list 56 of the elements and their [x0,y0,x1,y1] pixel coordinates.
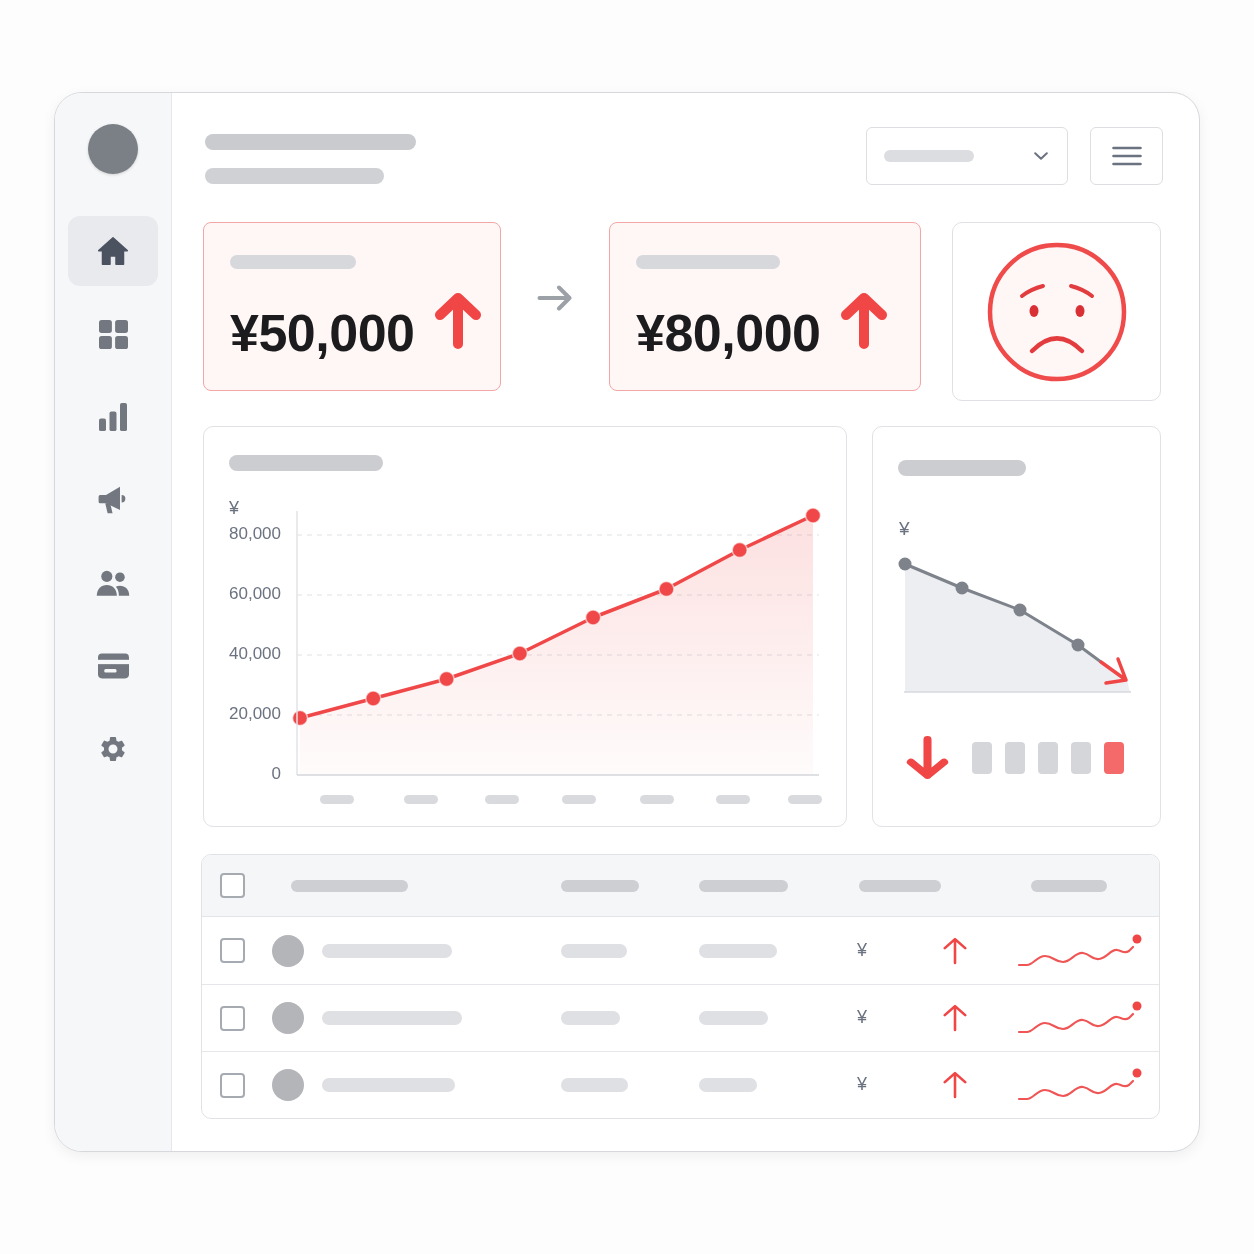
menu-button[interactable] [1090,127,1163,185]
end-marker-icon [1132,1068,1142,1078]
axis-label-placeholder [562,795,596,804]
menu-icon [1111,146,1142,166]
sad-face-icon [986,241,1127,382]
cell-placeholder [561,1011,620,1025]
bar-chart-icon [99,403,127,431]
y-axis-label: 0 [271,764,281,784]
y-axis-title: ¥ [229,498,239,518]
y-axis-label: 80,000 [229,524,281,544]
cell-placeholder [561,1078,628,1092]
grid-icon [98,319,128,349]
checkbox[interactable] [220,1072,245,1098]
end-marker-icon [1132,934,1142,943]
kpi-value: ¥50,000 [230,307,415,359]
axis-label-placeholder [716,795,750,804]
end-marker-icon [1132,1001,1142,1011]
settings-icon [98,734,128,764]
currency-symbol: ¥ [857,1007,867,1027]
axis-label-placeholder [640,795,674,804]
home-nav-button[interactable] [68,216,158,286]
avatar [272,1002,304,1034]
y-axis-label: 40,000 [229,644,281,664]
cell-placeholder [699,1011,768,1025]
home-icon [98,237,128,265]
chevron-down-icon [1034,152,1048,160]
kpi-value: ¥80,000 [636,307,821,359]
data-point [804,507,822,524]
y-axis-label: 20,000 [229,704,281,724]
y-axis-label: 60,000 [229,584,281,604]
axis-label-placeholder [404,795,438,804]
currency-symbol: ¥ [857,939,867,960]
credit-card-icon [97,653,129,679]
data-point [1071,638,1085,652]
data-point [1013,603,1027,617]
users-icon [96,570,130,596]
cell-placeholder [699,1078,757,1092]
axis-label-placeholder [320,795,354,804]
avatar [272,1069,304,1101]
data-point [898,557,912,571]
y-axis-title: ¥ [899,518,910,539]
currency-symbol: ¥ [857,1074,867,1094]
data-point [955,581,969,595]
checkbox[interactable] [220,1005,245,1031]
data-point [584,609,602,626]
axis-label-placeholder [788,795,822,804]
axis-label-placeholder [485,795,519,804]
checkbox[interactable] [220,938,245,963]
right-arrow-icon [537,285,573,311]
checkbox[interactable] [220,873,245,898]
trend-arrow [1099,657,1128,685]
avatar [272,934,304,967]
avatar [88,124,138,174]
cell-placeholder [561,943,627,958]
data-point [658,580,675,598]
data-point [731,541,748,559]
